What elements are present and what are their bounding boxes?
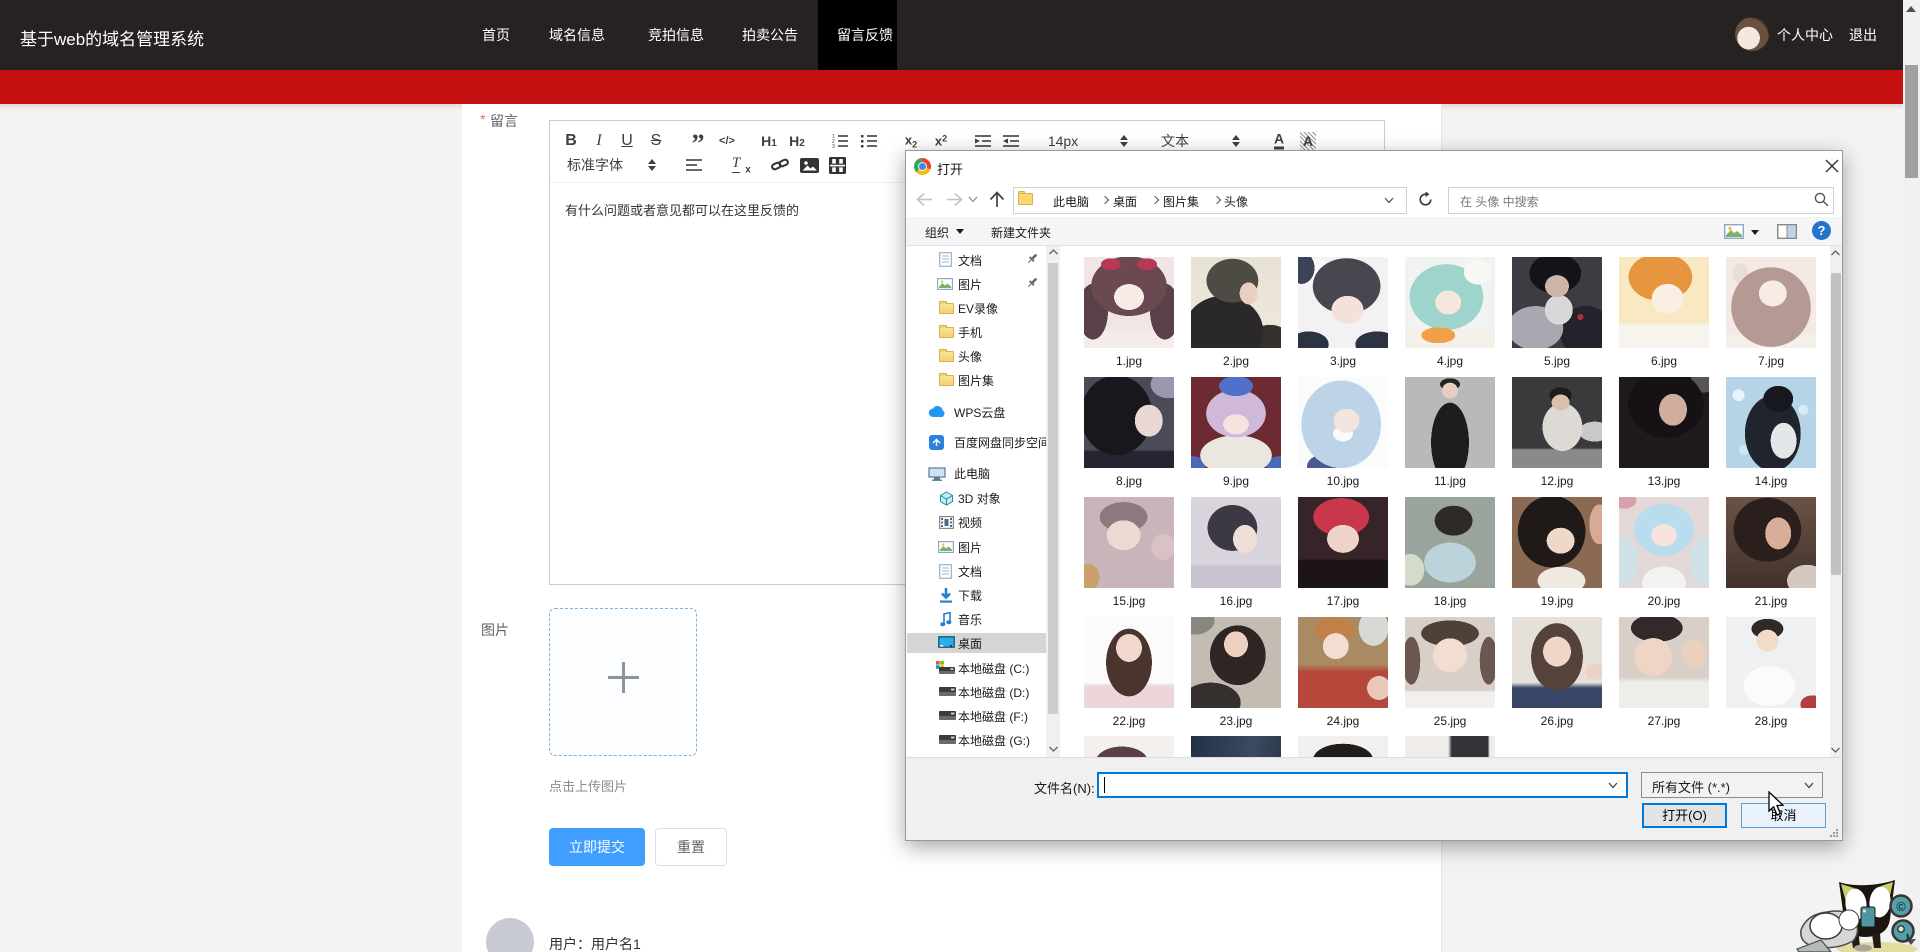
svg-text:©: © (1896, 899, 1906, 914)
svg-text:3: 3 (832, 144, 835, 148)
